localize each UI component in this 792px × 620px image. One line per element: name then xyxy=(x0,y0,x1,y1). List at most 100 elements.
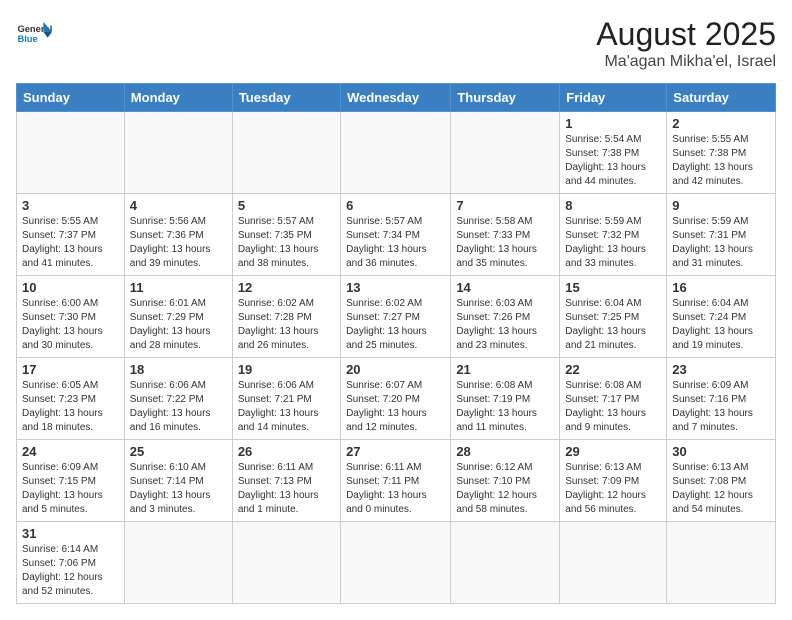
calendar-cell xyxy=(232,112,340,194)
day-info: Sunrise: 6:08 AM Sunset: 7:17 PM Dayligh… xyxy=(565,379,661,435)
calendar-week-row: 1Sunrise: 5:54 AM Sunset: 7:38 PM Daylig… xyxy=(17,112,776,194)
calendar-cell: 20 Sunrise: 6:07 AM Sunset: 7:20 PM Dayli… xyxy=(341,358,451,440)
day-info: Sunrise: 6:10 AM Sunset: 7:14 PM Dayligh… xyxy=(130,461,227,517)
header-tuesday: Tuesday xyxy=(232,84,340,112)
day-info: Sunrise: 6:09 AM Sunset: 7:16 PM Dayligh… xyxy=(672,379,770,435)
day-info: Sunrise: 6:01 AM Sunset: 7:29 PM Dayligh… xyxy=(130,297,227,353)
day-info: Sunrise: 5:55 AM Sunset: 7:37 PM Dayligh… xyxy=(22,215,119,271)
calendar-cell xyxy=(341,112,451,194)
day-info: Sunrise: 6:04 AM Sunset: 7:25 PM Dayligh… xyxy=(565,297,661,353)
calendar-cell xyxy=(560,522,667,604)
calendar-cell: 18Sunrise: 6:06 AM Sunset: 7:22 PM Dayli… xyxy=(124,358,232,440)
calendar-cell: 11 Sunrise: 6:01 AM Sunset: 7:29 PM Dayli… xyxy=(124,276,232,358)
calendar-cell xyxy=(124,112,232,194)
day-number: 26 xyxy=(238,444,335,459)
calendar-week-row: 31 Sunrise: 6:14 AM Sunset: 7:06 PM Dayli… xyxy=(17,522,776,604)
calendar-cell: 25 Sunrise: 6:10 AM Sunset: 7:14 PM Dayli… xyxy=(124,440,232,522)
calendar-cell: 12 Sunrise: 6:02 AM Sunset: 7:28 PM Dayli… xyxy=(232,276,340,358)
day-info: Sunrise: 5:57 AM Sunset: 7:35 PM Dayligh… xyxy=(238,215,335,271)
calendar-header-row: SundayMondayTuesdayWednesdayThursdayFrid… xyxy=(17,84,776,112)
svg-text:Blue: Blue xyxy=(17,34,37,44)
header-monday: Monday xyxy=(124,84,232,112)
calendar-cell: 31 Sunrise: 6:14 AM Sunset: 7:06 PM Dayli… xyxy=(17,522,125,604)
calendar-cell xyxy=(667,522,776,604)
day-number: 18 xyxy=(130,362,227,377)
calendar-table: SundayMondayTuesdayWednesdayThursdayFrid… xyxy=(16,83,776,604)
day-number: 3 xyxy=(22,198,119,213)
day-number: 9 xyxy=(672,198,770,213)
calendar-cell: 6Sunrise: 5:57 AM Sunset: 7:34 PM Daylig… xyxy=(341,194,451,276)
day-info: Sunrise: 6:14 AM Sunset: 7:06 PM Dayligh… xyxy=(22,543,119,599)
calendar-cell: 19 Sunrise: 6:06 AM Sunset: 7:21 PM Dayli… xyxy=(232,358,340,440)
calendar-cell: 1Sunrise: 5:54 AM Sunset: 7:38 PM Daylig… xyxy=(560,112,667,194)
calendar-cell: 14 Sunrise: 6:03 AM Sunset: 7:26 PM Dayli… xyxy=(451,276,560,358)
calendar-cell xyxy=(124,522,232,604)
day-number: 20 xyxy=(346,362,445,377)
calendar-cell xyxy=(17,112,125,194)
day-number: 16 xyxy=(672,280,770,295)
day-number: 29 xyxy=(565,444,661,459)
day-number: 13 xyxy=(346,280,445,295)
day-info: Sunrise: 6:06 AM Sunset: 7:21 PM Dayligh… xyxy=(238,379,335,435)
calendar-cell: 8 Sunrise: 5:59 AM Sunset: 7:32 PM Daylig… xyxy=(560,194,667,276)
calendar-cell: 16Sunrise: 6:04 AM Sunset: 7:24 PM Dayli… xyxy=(667,276,776,358)
calendar-week-row: 10 Sunrise: 6:00 AM Sunset: 7:30 PM Dayli… xyxy=(17,276,776,358)
day-number: 10 xyxy=(22,280,119,295)
calendar-cell: 13 Sunrise: 6:02 AM Sunset: 7:27 PM Dayli… xyxy=(341,276,451,358)
calendar-cell: 24Sunrise: 6:09 AM Sunset: 7:15 PM Dayli… xyxy=(17,440,125,522)
calendar-cell: 7Sunrise: 5:58 AM Sunset: 7:33 PM Daylig… xyxy=(451,194,560,276)
day-number: 12 xyxy=(238,280,335,295)
day-number: 27 xyxy=(346,444,445,459)
calendar-cell: 4 Sunrise: 5:56 AM Sunset: 7:36 PM Daylig… xyxy=(124,194,232,276)
title-area: August 2025 Ma'agan Mikha'el, Israel xyxy=(596,16,776,71)
calendar-cell: 30 Sunrise: 6:13 AM Sunset: 7:08 PM Dayli… xyxy=(667,440,776,522)
day-number: 4 xyxy=(130,198,227,213)
day-number: 8 xyxy=(565,198,661,213)
day-info: Sunrise: 5:59 AM Sunset: 7:31 PM Dayligh… xyxy=(672,215,770,271)
day-info: Sunrise: 6:11 AM Sunset: 7:11 PM Dayligh… xyxy=(346,461,445,517)
header-sunday: Sunday xyxy=(17,84,125,112)
day-number: 30 xyxy=(672,444,770,459)
calendar-cell: 2Sunrise: 5:55 AM Sunset: 7:38 PM Daylig… xyxy=(667,112,776,194)
calendar-week-row: 24Sunrise: 6:09 AM Sunset: 7:15 PM Dayli… xyxy=(17,440,776,522)
day-info: Sunrise: 5:59 AM Sunset: 7:32 PM Dayligh… xyxy=(565,215,661,271)
day-info: Sunrise: 6:12 AM Sunset: 7:10 PM Dayligh… xyxy=(456,461,554,517)
day-info: Sunrise: 5:54 AM Sunset: 7:38 PM Dayligh… xyxy=(565,133,661,189)
day-info: Sunrise: 6:08 AM Sunset: 7:19 PM Dayligh… xyxy=(456,379,554,435)
calendar-cell: 26 Sunrise: 6:11 AM Sunset: 7:13 PM Dayli… xyxy=(232,440,340,522)
header-thursday: Thursday xyxy=(451,84,560,112)
day-number: 14 xyxy=(456,280,554,295)
calendar-cell: 10 Sunrise: 6:00 AM Sunset: 7:30 PM Dayli… xyxy=(17,276,125,358)
day-info: Sunrise: 5:55 AM Sunset: 7:38 PM Dayligh… xyxy=(672,133,770,189)
day-info: Sunrise: 5:58 AM Sunset: 7:33 PM Dayligh… xyxy=(456,215,554,271)
calendar-week-row: 3 Sunrise: 5:55 AM Sunset: 7:37 PM Daylig… xyxy=(17,194,776,276)
day-info: Sunrise: 6:07 AM Sunset: 7:20 PM Dayligh… xyxy=(346,379,445,435)
day-number: 19 xyxy=(238,362,335,377)
day-info: Sunrise: 6:02 AM Sunset: 7:27 PM Dayligh… xyxy=(346,297,445,353)
day-number: 11 xyxy=(130,280,227,295)
day-info: Sunrise: 6:02 AM Sunset: 7:28 PM Dayligh… xyxy=(238,297,335,353)
calendar-cell: 22 Sunrise: 6:08 AM Sunset: 7:17 PM Dayli… xyxy=(560,358,667,440)
calendar-cell: 29Sunrise: 6:13 AM Sunset: 7:09 PM Dayli… xyxy=(560,440,667,522)
calendar-location: Ma'agan Mikha'el, Israel xyxy=(596,53,776,71)
calendar-cell: 28Sunrise: 6:12 AM Sunset: 7:10 PM Dayli… xyxy=(451,440,560,522)
day-number: 21 xyxy=(456,362,554,377)
day-info: Sunrise: 6:03 AM Sunset: 7:26 PM Dayligh… xyxy=(456,297,554,353)
day-info: Sunrise: 6:11 AM Sunset: 7:13 PM Dayligh… xyxy=(238,461,335,517)
calendar-cell xyxy=(341,522,451,604)
day-info: Sunrise: 6:00 AM Sunset: 7:30 PM Dayligh… xyxy=(22,297,119,353)
header-friday: Friday xyxy=(560,84,667,112)
calendar-title: August 2025 xyxy=(596,16,776,53)
day-number: 23 xyxy=(672,362,770,377)
day-info: Sunrise: 5:56 AM Sunset: 7:36 PM Dayligh… xyxy=(130,215,227,271)
day-info: Sunrise: 6:13 AM Sunset: 7:08 PM Dayligh… xyxy=(672,461,770,517)
day-number: 25 xyxy=(130,444,227,459)
header-wednesday: Wednesday xyxy=(341,84,451,112)
day-number: 22 xyxy=(565,362,661,377)
day-number: 31 xyxy=(22,526,119,541)
calendar-cell: 27 Sunrise: 6:11 AM Sunset: 7:11 PM Dayli… xyxy=(341,440,451,522)
calendar-cell xyxy=(232,522,340,604)
calendar-cell: 21 Sunrise: 6:08 AM Sunset: 7:19 PM Dayli… xyxy=(451,358,560,440)
day-info: Sunrise: 6:05 AM Sunset: 7:23 PM Dayligh… xyxy=(22,379,119,435)
day-number: 15 xyxy=(565,280,661,295)
